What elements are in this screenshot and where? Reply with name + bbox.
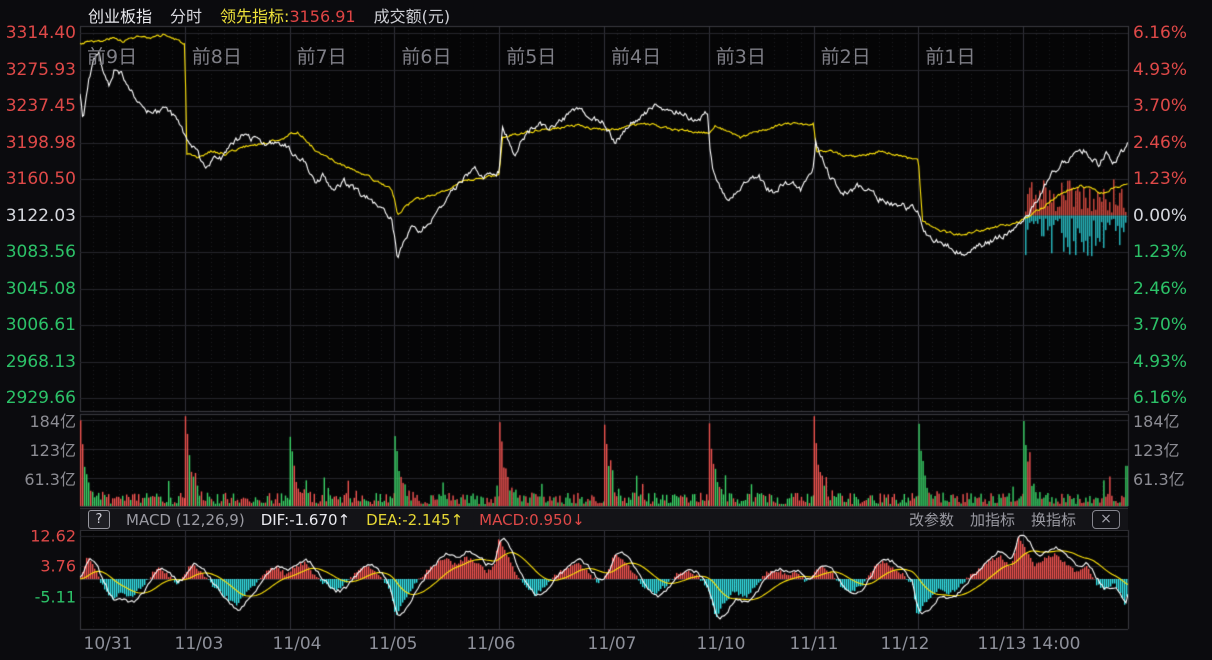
price-axis-label: 3275.93 (6, 60, 76, 80)
day-section-label: 前5日 (506, 42, 556, 69)
day-section-label: 前2日 (821, 42, 871, 69)
macd-dea-value: DEA:-2.145↑ (366, 511, 463, 529)
macd-hist-value: MACD:0.950↓ (479, 511, 585, 529)
up-arrow-icon: ↑ (451, 511, 464, 529)
date-axis-label: 11/05 (345, 634, 441, 654)
price-axis-label: 2929.66 (6, 388, 76, 408)
up-arrow-icon: ↑ (338, 511, 351, 529)
price-axis-label: 3045.08 (6, 279, 76, 299)
pct-axis-label: 0.00% (1133, 206, 1187, 226)
pct-axis-label: 4.93% (1133, 352, 1187, 372)
leading-indicator-label: 领先指标: (220, 7, 289, 26)
date-axis-label: 11/07 (564, 634, 660, 654)
volume-axis-label: 123亿 (29, 437, 76, 461)
change-params-button[interactable]: 改参数 (909, 509, 954, 530)
macd-toolbar: ? MACD (12,26,9) DIF:-1.670↑ DEA:-2.145↑… (80, 508, 1128, 531)
down-arrow-icon: ↓ (572, 511, 585, 529)
pct-axis-label: 6.16% (1133, 388, 1187, 408)
price-axis-label: 3006.61 (6, 315, 76, 335)
date-axis-label: 10/31 (60, 634, 156, 654)
price-axis-label: 3237.45 (6, 96, 76, 116)
day-section-label: 前4日 (611, 42, 661, 69)
pct-axis-label: 3.70% (1133, 96, 1187, 116)
date-axis-label: 11/06 (443, 634, 539, 654)
price-axis-label: 3083.56 (6, 242, 76, 262)
pct-axis-label: 3.70% (1133, 315, 1187, 335)
date-axis-label: 11/10 (673, 634, 769, 654)
volume-axis-label: 184亿 (29, 408, 76, 432)
day-section-label: 前3日 (716, 42, 766, 69)
symbol-name: 创业板指 (88, 3, 152, 27)
help-icon[interactable]: ? (88, 510, 110, 529)
volume-axis-label: 184亿 (1133, 408, 1180, 432)
price-axis-label: 3122.03 (6, 206, 76, 226)
pct-axis-label: 4.93% (1133, 60, 1187, 80)
date-axis-label: 11/03 (151, 634, 247, 654)
price-axis-label: 3198.98 (6, 133, 76, 153)
price-axis-label: 3314.40 (6, 23, 76, 43)
day-section-label: 前7日 (297, 42, 347, 69)
volume-axis-label: 123亿 (1133, 437, 1180, 461)
price-axis-label: 2968.13 (6, 352, 76, 372)
macd-axis-label: 3.76 (40, 557, 76, 576)
pct-axis-label: 2.46% (1133, 279, 1187, 299)
day-section-label: 前9日 (87, 42, 137, 69)
day-section-label: 前6日 (401, 42, 451, 69)
macd-indicator-name: MACD (12,26,9) (126, 511, 245, 529)
pct-axis-label: 1.23% (1133, 169, 1187, 189)
close-icon[interactable]: × (1092, 510, 1120, 529)
pct-axis-label: 2.46% (1133, 133, 1187, 153)
macd-axis-label: -5.11 (35, 588, 76, 607)
tab-minute-chart[interactable]: 分时 (170, 3, 202, 27)
turnover-label: 成交额(元) (374, 3, 451, 27)
leading-indicator-value: 3156.91 (289, 7, 355, 26)
chart-canvas[interactable] (0, 0, 1212, 660)
date-axis-label: 11/04 (249, 634, 345, 654)
chart-header: 创业板指 分时 领先指标:3156.91 成交额(元) (88, 3, 450, 27)
leading-indicator: 领先指标:3156.91 (220, 3, 356, 27)
day-section-label: 前8日 (192, 42, 242, 69)
pct-axis-label: 1.23% (1133, 242, 1187, 262)
price-axis-label: 3160.50 (6, 169, 76, 189)
add-indicator-button[interactable]: 加指标 (970, 509, 1015, 530)
volume-axis-label: 61.3亿 (1133, 466, 1185, 490)
switch-indicator-button[interactable]: 换指标 (1031, 509, 1076, 530)
date-axis-label: 11/11 (766, 634, 862, 654)
date-axis-label: 14:00 (1008, 634, 1104, 654)
macd-axis-label: 12.62 (30, 527, 76, 546)
day-section-label: 前1日 (925, 42, 975, 69)
volume-axis-label: 61.3亿 (24, 466, 76, 490)
pct-axis-label: 6.16% (1133, 23, 1187, 43)
macd-dif-value: DIF:-1.670↑ (261, 511, 350, 529)
date-axis-label: 11/12 (857, 634, 953, 654)
